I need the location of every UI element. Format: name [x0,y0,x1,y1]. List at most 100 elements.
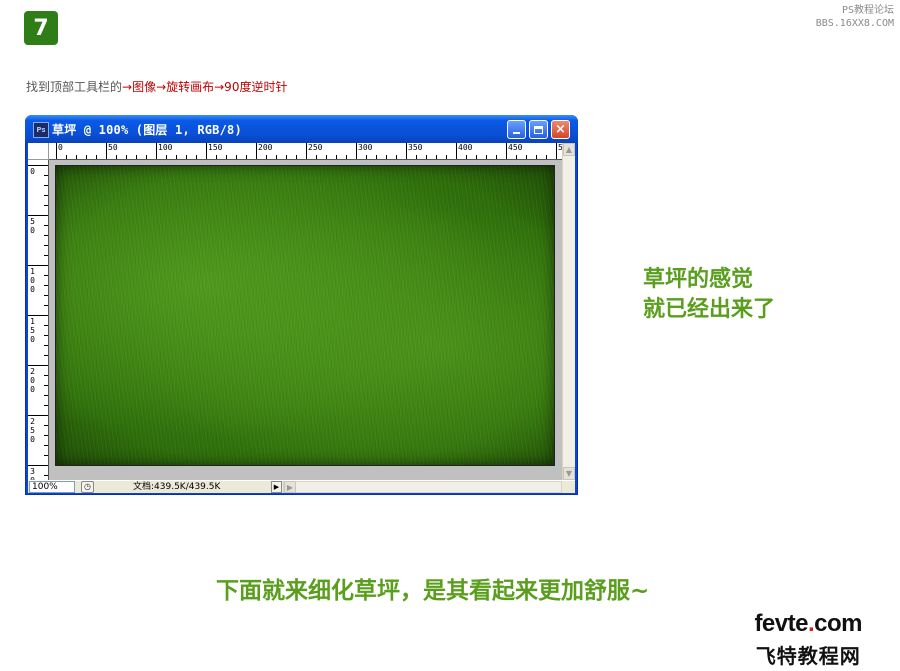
step-number-badge: 7 [24,11,58,45]
close-button[interactable]: × [551,120,570,139]
ruler-tick [44,345,48,346]
ruler-tick [356,143,357,159]
canvas-workspace[interactable] [49,160,562,480]
ruler-tick [446,155,447,159]
side-note-line-2: 就已经出来了 [643,297,776,322]
ruler-tick [406,143,407,159]
side-note: 草坪的感觉 就已经出来了 [643,265,775,325]
ruler-tick [44,195,48,196]
instruction-prefix: 找到顶部工具栏的 [26,80,123,94]
ruler-tick [456,143,457,159]
ruler-label: 250 [308,143,323,152]
document-size-info: 文档:439.5K/439.5K [133,482,221,492]
ruler-tick [44,445,48,446]
status-menu-arrow-icon[interactable]: ▶ [271,481,282,493]
ruler-label: 300 [30,467,35,480]
ruler-tick [44,435,48,436]
ruler-tick [44,245,48,246]
ruler-label: 300 [358,143,373,152]
status-info-icon[interactable]: ◷ [81,481,94,493]
ruler-tick [156,143,157,159]
ruler-tick [166,155,167,159]
minimize-button[interactable] [507,120,526,139]
document-client-area: 050100150200250300350400450500 050100150… [28,143,575,493]
maximize-icon [534,125,543,134]
horizontal-ruler[interactable]: 050100150200250300350400450500 [49,143,562,160]
zoom-level-field[interactable]: 100% [29,481,75,493]
ruler-tick [44,425,48,426]
ruler-tick [396,155,397,159]
ruler-label: 100 [158,143,173,152]
instruction-menu-path: →图像→旋转画布→90度逆时针 [122,80,288,94]
ruler-tick [346,155,347,159]
ruler-tick [436,155,437,159]
ruler-tick [556,143,557,159]
horizontal-scrollbar[interactable]: ◀ ▶ [283,481,562,493]
ruler-tick [466,155,467,159]
ruler-tick [226,155,227,159]
fevte-logo: fevte.com 飞特教程网 [754,610,862,669]
ruler-tick [44,355,48,356]
ruler-tick [416,155,417,159]
ruler-tick [126,155,127,159]
ruler-tick [536,155,537,159]
ruler-tick [28,315,48,316]
ruler-label: 0 [58,143,63,152]
ruler-tick [526,155,527,159]
close-icon: × [555,122,566,137]
logo-domain-tld: com [814,610,862,637]
ruler-tick [44,255,48,256]
ruler-tick [176,155,177,159]
ruler-tick [286,155,287,159]
grass-image-canvas[interactable] [55,165,555,466]
scroll-down-arrow-icon[interactable]: ▼ [563,467,575,480]
scroll-up-arrow-icon[interactable]: ▲ [563,143,575,156]
ruler-tick [44,475,48,476]
photoshop-app-icon: Ps [33,122,49,138]
ruler-tick [116,155,117,159]
vertical-scrollbar[interactable]: ▲ ▼ [562,143,575,480]
maximize-button[interactable] [529,120,548,139]
side-note-line-1: 草坪的感觉 [643,267,754,292]
ruler-label: 0 [30,167,35,176]
ruler-tick [276,155,277,159]
logo-domain-name: fevte [754,610,808,637]
ruler-tick [96,155,97,159]
ruler-tick [44,325,48,326]
ruler-tick [426,155,427,159]
ruler-tick [28,365,48,366]
ruler-label: 50 [30,217,35,235]
ruler-tick [496,155,497,159]
ruler-tick [44,335,48,336]
ruler-label: 200 [258,143,273,152]
ruler-label: 450 [508,143,523,152]
ruler-tick [28,265,48,266]
ruler-tick [336,155,337,159]
ruler-label: 50 [108,143,118,152]
ruler-tick [236,155,237,159]
ruler-label: 250 [30,417,35,444]
minimize-icon [513,132,520,134]
window-titlebar[interactable]: Ps 草坪 @ 100% (图层 1, RGB/8) × [25,115,578,143]
ruler-tick [196,155,197,159]
scroll-right-arrow-icon[interactable]: ▶ [284,481,296,493]
ruler-tick [44,285,48,286]
ruler-tick [28,215,48,216]
ruler-tick [28,165,48,166]
ruler-tick [44,175,48,176]
ruler-label: 400 [458,143,473,152]
ruler-tick [206,143,207,159]
ruler-tick [246,155,247,159]
ruler-tick [136,155,137,159]
ruler-tick [516,155,517,159]
vertical-ruler[interactable]: 0 50 100 150 200 250 300 [28,160,49,480]
ruler-origin-corner[interactable] [28,143,49,160]
ruler-tick [28,465,48,466]
ruler-tick [386,155,387,159]
ruler-tick [486,155,487,159]
ruler-tick [366,155,367,159]
watermark-line-2: BBS.16XX8.COM [815,18,894,29]
ruler-tick [56,143,57,159]
ruler-tick [44,205,48,206]
ruler-tick [66,155,67,159]
